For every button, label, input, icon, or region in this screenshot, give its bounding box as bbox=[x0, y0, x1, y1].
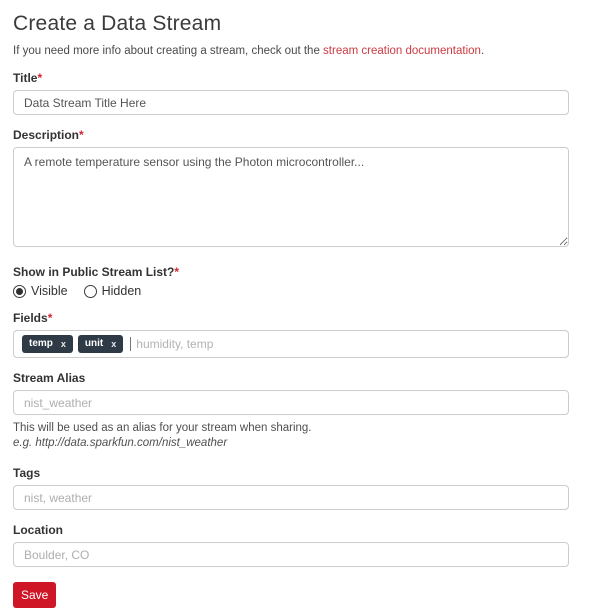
radio-hidden-icon[interactable] bbox=[84, 285, 97, 298]
tags-input[interactable] bbox=[13, 485, 569, 510]
alias-group: Stream Alias This will be used as an ali… bbox=[13, 371, 569, 449]
page-title: Create a Data Stream bbox=[13, 12, 569, 36]
remove-chip-icon[interactable]: x bbox=[61, 340, 66, 349]
intro-prefix: If you need more info about creating a s… bbox=[13, 45, 323, 57]
save-button[interactable]: Save bbox=[13, 582, 56, 608]
location-input[interactable] bbox=[13, 542, 569, 567]
create-data-stream-page: Create a Data Stream If you need more in… bbox=[13, 12, 569, 608]
title-label: Title* bbox=[13, 71, 569, 85]
visibility-option-hidden[interactable]: Hidden bbox=[84, 284, 142, 298]
alias-input[interactable] bbox=[13, 390, 569, 415]
field-chip-unit: unitx bbox=[78, 335, 123, 353]
description-textarea[interactable]: A remote temperature sensor using the Ph… bbox=[13, 147, 569, 247]
fields-group: Fields* tempx unitx humidity, temp bbox=[13, 311, 569, 358]
radio-visible-icon[interactable] bbox=[13, 285, 26, 298]
alias-label: Stream Alias bbox=[13, 371, 569, 385]
alias-example-text: e.g. http://data.sparkfun.com/nist_weath… bbox=[13, 437, 569, 449]
intro-suffix: . bbox=[481, 45, 484, 57]
visibility-option-visible[interactable]: Visible bbox=[13, 284, 68, 298]
title-group: Title* bbox=[13, 71, 569, 115]
alias-help-text: This will be used as an alias for your s… bbox=[13, 422, 569, 434]
tags-group: Tags bbox=[13, 466, 569, 510]
fields-tag-input[interactable]: tempx unitx humidity, temp bbox=[13, 330, 569, 358]
required-asterisk: * bbox=[174, 265, 179, 279]
radio-hidden-label: Hidden bbox=[102, 284, 142, 298]
required-asterisk: * bbox=[37, 71, 42, 85]
fields-placeholder: humidity, temp bbox=[136, 337, 213, 351]
title-input[interactable] bbox=[13, 90, 569, 115]
radio-visible-label: Visible bbox=[31, 284, 68, 298]
visibility-options: Visible Hidden bbox=[13, 284, 569, 298]
visibility-group: Show in Public Stream List?* Visible Hid… bbox=[13, 265, 569, 298]
description-label: Description* bbox=[13, 128, 569, 142]
required-asterisk: * bbox=[48, 311, 53, 325]
fields-label: Fields* bbox=[13, 311, 569, 325]
stream-creation-documentation-link[interactable]: stream creation documentation bbox=[323, 45, 481, 57]
location-label: Location bbox=[13, 523, 569, 537]
field-chip-temp: tempx bbox=[22, 335, 73, 353]
remove-chip-icon[interactable]: x bbox=[111, 340, 116, 349]
tags-label: Tags bbox=[13, 466, 569, 480]
description-group: Description* A remote temperature sensor… bbox=[13, 128, 569, 252]
required-asterisk: * bbox=[79, 128, 84, 142]
visibility-label: Show in Public Stream List?* bbox=[13, 265, 569, 279]
location-group: Location bbox=[13, 523, 569, 567]
intro-text: If you need more info about creating a s… bbox=[13, 45, 569, 57]
text-caret bbox=[130, 337, 131, 351]
